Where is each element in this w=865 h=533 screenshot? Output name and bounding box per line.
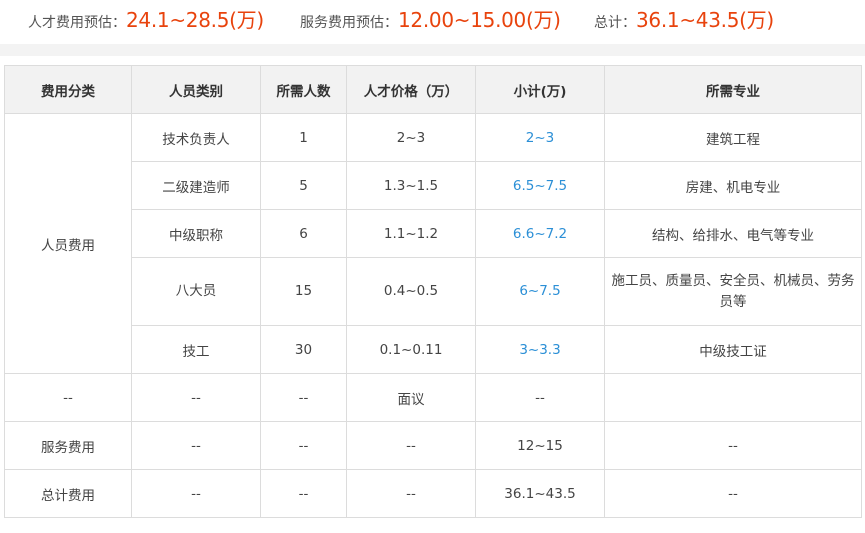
header-subtotal: 小计(万) (475, 65, 605, 114)
table-header-row: 费用分类 人员类别 所需人数 人才价格（万） 小计(万) 所需专业 (4, 65, 862, 114)
cell-misc-6 (604, 373, 862, 422)
cell-service-6: -- (604, 421, 862, 470)
table-row: 中级职称 6 1.1~1.2 6.6~7.2 结构、给排水、电气等专业 (5, 209, 862, 258)
table-row: 人员费用 技术负责人 1 2~3 2~3 建筑工程 (4, 113, 862, 374)
header-headcount: 所需人数 (260, 65, 347, 114)
cell-misc-2: -- (131, 373, 261, 422)
cost-summary-bar: 人才费用预估： 24.1~28.5(万) 服务费用预估： 12.00~15.00… (0, 0, 865, 44)
cell-misc-1: -- (4, 373, 132, 422)
cell-major: 建筑工程 (604, 113, 862, 162)
cell-subtotal: 3~3.3 (475, 325, 605, 374)
header-personnel-type: 人员类别 (131, 65, 261, 114)
header-cost-category: 费用分类 (4, 65, 132, 114)
table-row: 二级建造师 5 1.3~1.5 6.5~7.5 房建、机电专业 (5, 161, 862, 210)
cell-category: 技工 (131, 325, 261, 374)
cell-total-label: 总计费用 (4, 469, 132, 518)
cell-major: 施工员、质量员、安全员、机械员、劳务员等 (604, 257, 862, 326)
total-cost-estimate: 总计： 36.1~43.5(万) (594, 4, 774, 33)
cell-subtotal: 2~3 (475, 113, 605, 162)
cell-major: 结构、给排水、电气等专业 (604, 209, 862, 258)
table-row: 服务费用 -- -- -- 12~15 -- (4, 421, 862, 470)
cell-service-3: -- (260, 421, 347, 470)
talent-cost-estimate: 人才费用预估： 24.1~28.5(万) (28, 4, 264, 33)
cell-total-3: -- (260, 469, 347, 518)
cell-service-2: -- (131, 421, 261, 470)
table-row: 八大员 15 0.4~0.5 6~7.5 施工员、质量员、安全员、机械员、劳务员… (5, 257, 862, 326)
cell-misc-3: -- (260, 373, 347, 422)
cell-major: 房建、机电专业 (604, 161, 862, 210)
header-talent-price: 人才价格（万） (346, 65, 476, 114)
cell-misc-5: -- (475, 373, 605, 422)
cell-total-2: -- (131, 469, 261, 518)
cell-count: 1 (260, 113, 347, 162)
service-cost-label: 服务费用预估： (300, 15, 398, 31)
cell-subtotal: 6~7.5 (475, 257, 605, 326)
cell-category: 技术负责人 (131, 113, 261, 162)
cell-price: 0.1~0.11 (346, 325, 476, 374)
cell-count: 5 (260, 161, 347, 210)
cell-category: 八大员 (131, 257, 261, 326)
cell-major: 中级技工证 (604, 325, 862, 374)
table-row: 总计费用 -- -- -- 36.1~43.5 -- (4, 469, 862, 518)
cell-category: 二级建造师 (131, 161, 261, 210)
cell-subtotal: 6.6~7.2 (475, 209, 605, 258)
talent-cost-value: 24.1~28.5(万) (126, 8, 264, 32)
cell-category: 中级职称 (131, 209, 261, 258)
cell-price: 2~3 (346, 113, 476, 162)
header-required-major: 所需专业 (604, 65, 862, 114)
cell-price: 1.3~1.5 (346, 161, 476, 210)
table-row: -- -- -- 面议 -- (4, 373, 862, 422)
cell-service-subtotal: 12~15 (475, 421, 605, 470)
cell-price: 1.1~1.2 (346, 209, 476, 258)
cell-total-6: -- (604, 469, 862, 518)
cell-count: 30 (260, 325, 347, 374)
service-cost-estimate: 服务费用预估： 12.00~15.00(万) (300, 4, 561, 33)
group-personnel-cost: 人员费用 (4, 113, 132, 374)
cell-service-label: 服务费用 (4, 421, 132, 470)
cell-price: 0.4~0.5 (346, 257, 476, 326)
cell-total-subtotal: 36.1~43.5 (475, 469, 605, 518)
cost-table-panel: 费用分类 人员类别 所需人数 人才价格（万） 小计(万) 所需专业 人员费用 技… (0, 56, 865, 533)
talent-cost-label: 人才费用预估： (28, 15, 126, 31)
cell-count: 15 (260, 257, 347, 326)
cell-total-4: -- (346, 469, 476, 518)
total-cost-label: 总计： (594, 15, 636, 31)
cell-misc-4: 面议 (346, 373, 476, 422)
cell-count: 6 (260, 209, 347, 258)
cell-service-4: -- (346, 421, 476, 470)
table-row: 技工 30 0.1~0.11 3~3.3 中级技工证 (5, 325, 862, 374)
cell-subtotal: 6.5~7.5 (475, 161, 605, 210)
total-cost-value: 36.1~43.5(万) (636, 8, 774, 32)
cost-breakdown-table: 费用分类 人员类别 所需人数 人才价格（万） 小计(万) 所需专业 人员费用 技… (4, 65, 862, 518)
service-cost-value: 12.00~15.00(万) (398, 8, 561, 32)
